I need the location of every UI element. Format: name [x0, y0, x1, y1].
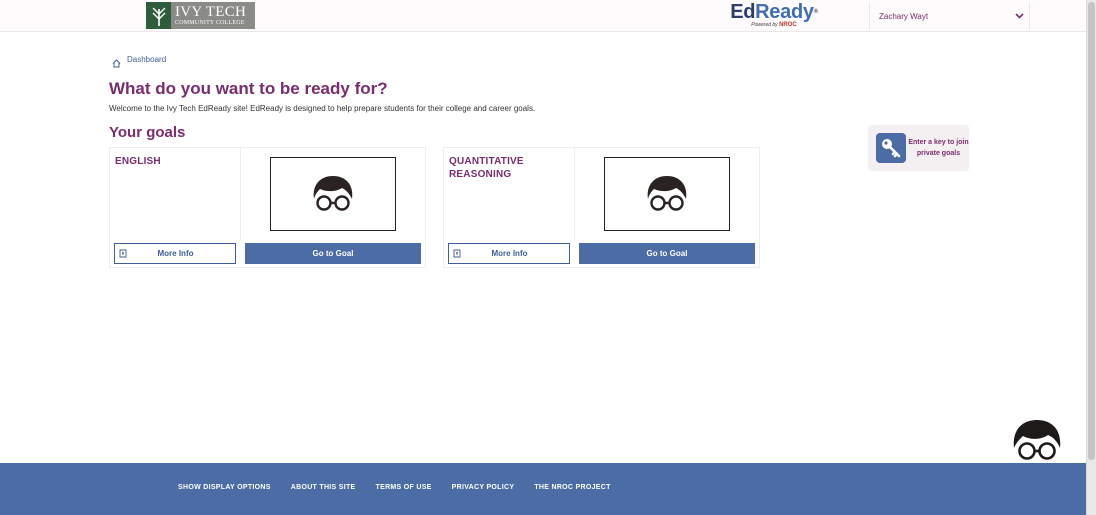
ivy-tech-logo-text: IVY TECH COMMUNITY COLLEGE — [171, 2, 255, 29]
footer-link-show-display-options[interactable]: SHOW DISPLAY OPTIONS — [178, 484, 271, 491]
chevron-down-icon — [1009, 11, 1029, 22]
goal-title: ENGLISH — [115, 156, 161, 167]
footer-links: SHOW DISPLAY OPTIONS ABOUT THIS SITE TER… — [178, 484, 611, 491]
goal-card-quantitative-reasoning: QUANTITATIVE REASONING More Info Go to G… — [443, 147, 760, 268]
more-info-label: More Info — [491, 249, 528, 258]
powered-by-org: NROC — [779, 22, 797, 28]
user-menu-dropdown[interactable]: Zachary Wayt — [869, 2, 1030, 30]
footer-link-terms-of-use[interactable]: TERMS OF USE — [376, 484, 432, 491]
info-sign-icon — [453, 245, 462, 263]
breadcrumb: Dashboard — [112, 55, 166, 68]
powered-by: Powered by NROC — [728, 22, 820, 29]
go-to-goal-button[interactable]: Go to Goal — [245, 243, 421, 264]
go-to-goal-button[interactable]: Go to Goal — [579, 243, 755, 264]
info-sign-icon — [119, 245, 128, 263]
join-private-goals-label: Enter a key to join private goals — [908, 139, 969, 157]
scrollbar-thumb[interactable] — [1088, 2, 1095, 460]
goal-title: QUANTITATIVE REASONING — [449, 156, 524, 180]
mascot-avatar-icon[interactable] — [1010, 418, 1064, 464]
more-info-button[interactable]: More Info — [114, 243, 236, 264]
goal-avatar — [270, 157, 396, 231]
powered-by-label: Powered by — [751, 22, 778, 28]
edready-brand-ed: Ed — [730, 1, 756, 23]
breadcrumb-dashboard-link[interactable]: Dashboard — [127, 55, 166, 64]
welcome-text: Welcome to the Ivy Tech EdReady site! Ed… — [109, 104, 536, 113]
ivy-leaf-icon — [146, 2, 171, 29]
logo-line-1: IVY TECH — [175, 3, 247, 20]
student-avatar-icon — [647, 176, 687, 211]
trademark: ® — [813, 9, 818, 15]
footer: SHOW DISPLAY OPTIONS ABOUT THIS SITE TER… — [0, 463, 1086, 515]
edready-logo[interactable]: EdReady® Powered by NROC — [728, 2, 820, 30]
goal-card-english: ENGLISH More Info Go to Goal — [109, 147, 426, 268]
user-name: Zachary Wayt — [879, 11, 929, 21]
card-divider — [240, 148, 241, 240]
footer-link-nroc-project[interactable]: THE NROC PROJECT — [534, 484, 610, 491]
page-title: What do you want to be ready for? — [109, 79, 388, 98]
edready-brand: EdReady® — [728, 2, 820, 22]
more-info-button[interactable]: More Info — [448, 243, 570, 264]
goals-heading: Your goals — [109, 124, 186, 141]
key-icon — [876, 133, 906, 163]
card-divider — [574, 148, 575, 240]
student-avatar-icon — [313, 176, 353, 211]
logo-line-2: COMMUNITY COLLEGE — [175, 19, 245, 26]
footer-link-privacy-policy[interactable]: PRIVACY POLICY — [452, 484, 515, 491]
goal-avatar — [604, 157, 730, 231]
ivy-tech-logo[interactable]: IVY TECH COMMUNITY COLLEGE — [146, 2, 255, 29]
join-private-goals-button[interactable]: Enter a key to join private goals — [868, 125, 969, 171]
footer-link-about-this-site[interactable]: ABOUT THIS SITE — [291, 484, 356, 491]
more-info-label: More Info — [157, 249, 194, 258]
top-header: IVY TECH COMMUNITY COLLEGE EdReady® Powe… — [0, 0, 1086, 32]
page-scrollbar[interactable] — [1086, 0, 1096, 515]
edready-brand-ready: Ready — [755, 1, 814, 23]
home-icon[interactable] — [112, 55, 121, 68]
